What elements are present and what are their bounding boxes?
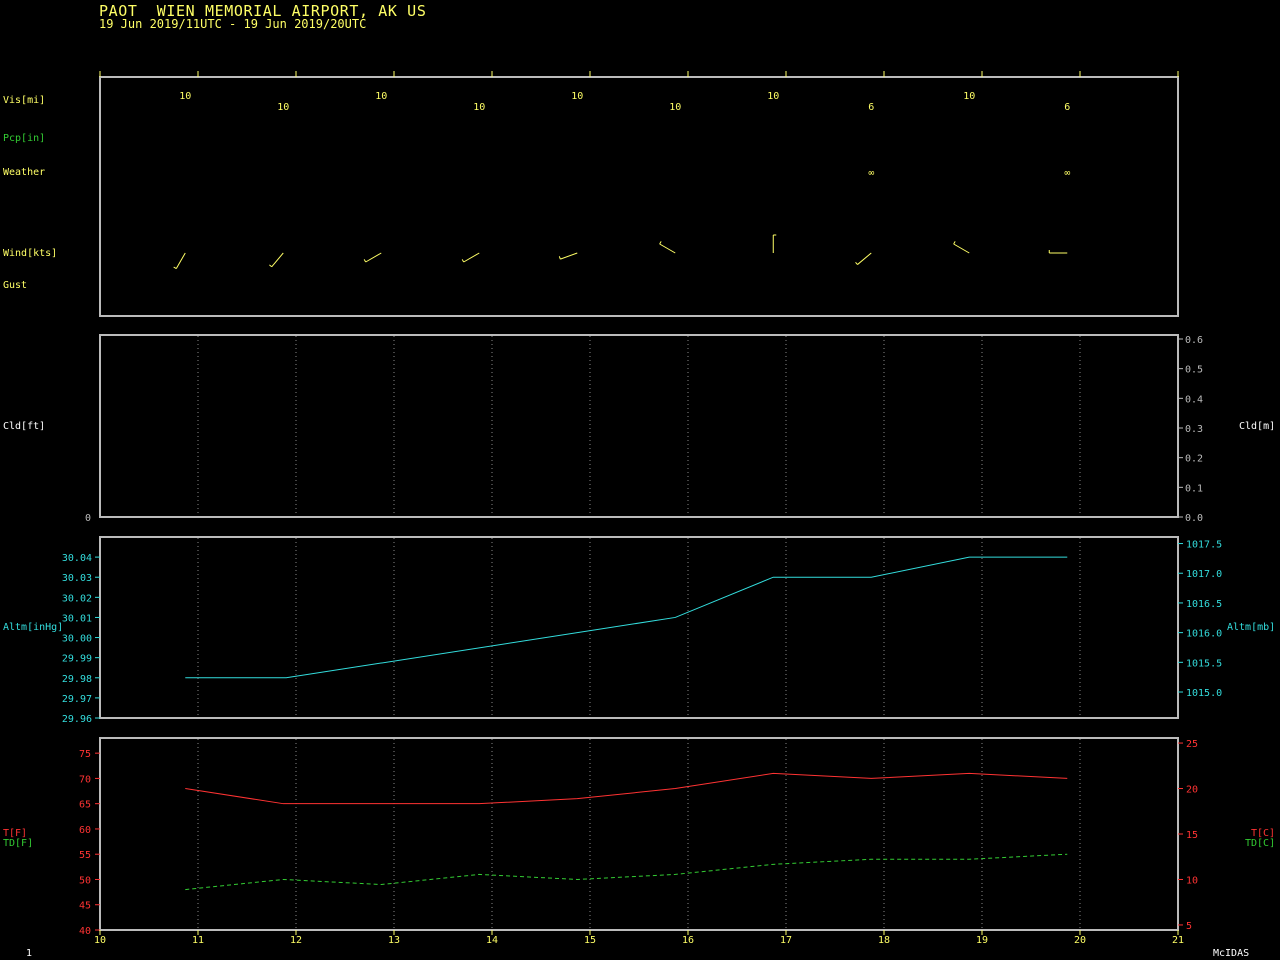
dewpoint-series-line: [185, 853, 1068, 891]
x-axis-tick-label: 20: [1074, 935, 1086, 946]
temperature-series-line: [185, 772, 1068, 805]
altimeter-right-tick-label: 1016.0: [1186, 629, 1222, 640]
weather-symbol-mist: ∞: [868, 168, 874, 179]
cloud-right-tick-label: 0.3: [1185, 424, 1203, 435]
x-axis-tick-label: 14: [486, 935, 498, 946]
x-axis-tick-label: 13: [388, 935, 400, 946]
wind-barb-staff: [271, 252, 284, 268]
altimeter-left-tick-label: 29.98: [62, 674, 92, 685]
cloud-panel-frame: [99, 334, 1179, 518]
wind-barb-staff: [857, 252, 872, 265]
altimeter-left-tick-label: 30.02: [62, 593, 92, 604]
temp-right-tick-label: 20: [1186, 785, 1198, 796]
visibility-value: 10: [767, 91, 779, 102]
altimeter-left-tick-label: 30.00: [62, 634, 92, 645]
temp-left-tick-label: 65: [79, 800, 91, 811]
temp-left-tick-label: 45: [79, 901, 91, 912]
wind-barb-flag: [461, 259, 465, 263]
visibility-value: 6: [868, 102, 874, 113]
altimeter-right-tick-label: 1016.5: [1186, 599, 1222, 610]
wind-barb-staff: [463, 252, 480, 263]
altimeter-right-tick-label: 1015.0: [1186, 688, 1222, 699]
visibility-value: 10: [963, 91, 975, 102]
visibility-value: 10: [277, 102, 289, 113]
temp-right-tick-label: 15: [1186, 830, 1198, 841]
wind-barb-flag: [855, 261, 858, 265]
temp-left-tick-label: 40: [79, 926, 91, 937]
wind-barb-flag: [558, 256, 561, 260]
cloud-right-tick-label: 0.6: [1185, 335, 1203, 346]
x-axis-tick-label: 10: [94, 935, 106, 946]
visibility-value: 10: [571, 91, 583, 102]
wind-barb-staff: [953, 243, 970, 254]
surface-obs-panel-frame: [99, 76, 1179, 317]
weather-symbol-mist: ∞: [1064, 168, 1070, 179]
temp-left-tick-label: 70: [79, 774, 91, 785]
wind-barb-flag: [363, 259, 367, 263]
temp-right-tick-label: 10: [1186, 875, 1198, 886]
wind-barb-staff: [560, 252, 578, 260]
altimeter-series-line: [185, 556, 1068, 679]
altimeter-right-tick-label: 1017.5: [1186, 540, 1222, 551]
cloud-right-tick-label: 0.1: [1185, 483, 1203, 494]
cloud-right-tick-label: 0.2: [1185, 454, 1203, 465]
x-axis-tick-label: 15: [584, 935, 596, 946]
altimeter-left-tick-label: 29.96: [62, 714, 92, 725]
wind-barb-flag: [953, 241, 956, 245]
temp-right-tick-label: 5: [1186, 921, 1192, 932]
altimeter-left-tick-label: 30.03: [62, 573, 92, 584]
altimeter-right-tick-label: 1017.0: [1186, 569, 1222, 580]
x-axis-tick-label: 16: [682, 935, 694, 946]
temperature-panel-frame: [99, 737, 1179, 931]
wind-barb-staff: [175, 252, 186, 269]
wind-barb-staff: [365, 252, 382, 263]
wind-barb-flag: [269, 264, 273, 268]
wind-barb-flag: [659, 241, 662, 245]
meteogram-plot: 10 10 10 10 10 10 10 6 ∞ 10 6 ∞ 0 0.0 0.1 0.2 0.3 0.4 0.5 0…: [62, 71, 1222, 946]
temp-left-tick-label: 55: [79, 850, 91, 861]
temp-right-tick-label: 25: [1186, 739, 1198, 750]
visibility-value: 10: [669, 102, 681, 113]
altimeter-left-tick-label: 30.04: [62, 553, 92, 564]
cloud-right-tick-label: 0.4: [1185, 394, 1203, 405]
temp-left-tick-label: 50: [79, 875, 91, 886]
visibility-value: 6: [1064, 102, 1070, 113]
visibility-value: 10: [179, 91, 191, 102]
altimeter-left-tick-label: 30.01: [62, 613, 92, 624]
x-axis-tick-label: 17: [780, 935, 792, 946]
cloud-right-tick-label: 0.5: [1185, 365, 1203, 376]
x-axis-tick-label: 11: [192, 935, 204, 946]
altimeter-panel-frame: [99, 536, 1179, 719]
x-axis-tick-label: 19: [976, 935, 988, 946]
x-axis-tick-label: 18: [878, 935, 890, 946]
x-axis-tick-label: 12: [290, 935, 302, 946]
wind-barb-flag: [173, 266, 177, 270]
temp-left-tick-label: 60: [79, 825, 91, 836]
wind-barb-staff: [659, 243, 676, 254]
cloud-left-tick-label: 0: [85, 513, 91, 524]
altimeter-right-tick-label: 1015.5: [1186, 658, 1222, 669]
altimeter-left-tick-label: 29.99: [62, 654, 92, 665]
visibility-value: 10: [375, 91, 387, 102]
visibility-value: 10: [473, 102, 485, 113]
altimeter-left-tick-label: 29.97: [62, 694, 92, 705]
x-axis-tick-label: 21: [1172, 935, 1184, 946]
temp-left-tick-label: 75: [79, 749, 91, 760]
cloud-right-tick-label: 0.0: [1185, 513, 1203, 524]
